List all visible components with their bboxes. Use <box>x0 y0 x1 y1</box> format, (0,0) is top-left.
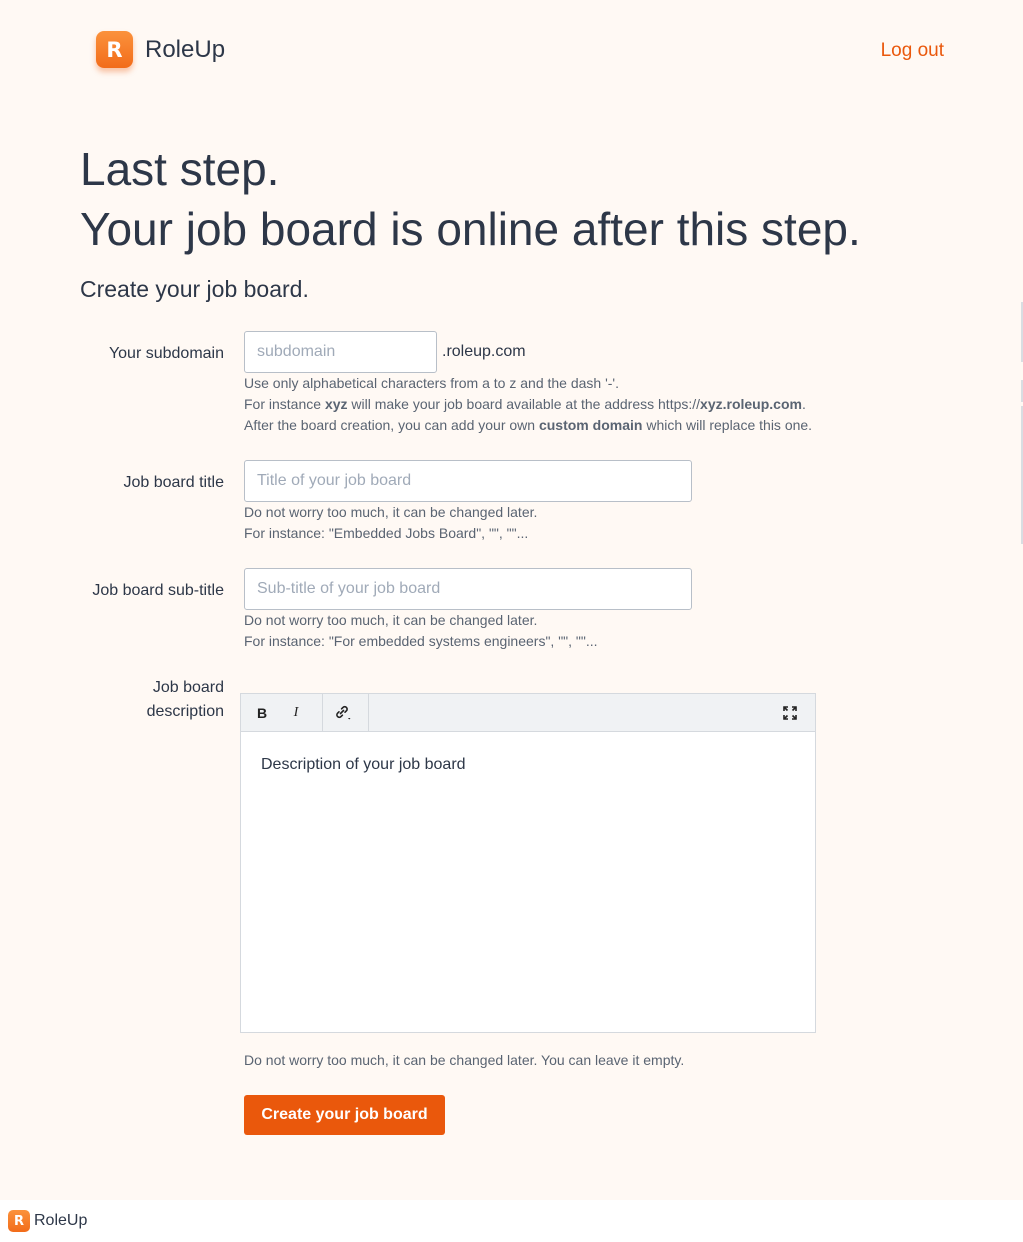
page-title: Last step. Your job board is online afte… <box>80 139 861 259</box>
italic-button[interactable]: I <box>285 694 307 731</box>
top-bar: R RoleUp Log out <box>0 0 1023 100</box>
title-line-1: Last step. <box>80 143 280 195</box>
logo[interactable]: R RoleUp <box>96 31 225 68</box>
create-job-board-button[interactable]: Create your job board <box>244 1095 445 1135</box>
bold-button[interactable]: B <box>251 694 273 731</box>
subdomain-suffix: .roleup.com <box>442 343 526 360</box>
subtitle-help-line-2: For instance: "For embedded systems engi… <box>244 633 598 649</box>
footer: R RoleUp <box>0 1200 1023 1242</box>
link-button[interactable] <box>329 694 357 731</box>
subdomain-help-line-1: Use only alphabetical characters from a … <box>244 375 619 391</box>
toolbar-divider <box>368 694 369 731</box>
subdomain-input[interactable] <box>244 331 437 373</box>
logo-icon: R <box>96 31 133 68</box>
toolbar-divider <box>322 694 323 731</box>
description-editor[interactable]: B I Description of your job board <box>240 693 816 1033</box>
footer-logo[interactable]: R RoleUp <box>8 1210 87 1232</box>
editor-content[interactable]: Description of your job board <box>261 756 466 774</box>
title-line-2: Your job board is online after this step… <box>80 203 861 255</box>
subdomain-help-line-2: For instance xyz will make your job boar… <box>244 396 806 412</box>
subtitle-help: Do not worry too much, it can be changed… <box>244 610 598 652</box>
footer-logo-icon: R <box>8 1210 30 1232</box>
fullscreen-icon <box>783 705 797 720</box>
subdomain-help: Use only alphabetical characters from a … <box>244 373 812 436</box>
footer-logo-text: RoleUp <box>34 1212 88 1229</box>
description-label: Job board description <box>146 679 224 720</box>
subtitle-help-line-1: Do not worry too much, it can be changed… <box>244 612 538 628</box>
title-help-line-2: For instance: "Embedded Jobs Board", "",… <box>244 525 529 541</box>
subdomain-help-line-3: After the board creation, you can add yo… <box>244 417 813 433</box>
title-input[interactable] <box>244 460 692 502</box>
fullscreen-button[interactable] <box>777 694 803 731</box>
title-label: Job board title <box>123 474 224 491</box>
title-help-line-1: Do not worry too much, it can be changed… <box>244 504 538 520</box>
editor-toolbar: B I <box>241 694 815 732</box>
link-icon <box>336 705 351 719</box>
title-help: Do not worry too much, it can be changed… <box>244 502 537 544</box>
description-help: Do not worry too much, it can be changed… <box>244 1052 685 1068</box>
logo-text: RoleUp <box>145 35 226 63</box>
section-title: Create your job board. <box>80 276 309 302</box>
logout-link[interactable]: Log out <box>881 40 944 62</box>
subtitle-input[interactable] <box>244 568 692 610</box>
subtitle-label: Job board sub-title <box>92 582 224 599</box>
subdomain-label: Your subdomain <box>108 345 224 362</box>
